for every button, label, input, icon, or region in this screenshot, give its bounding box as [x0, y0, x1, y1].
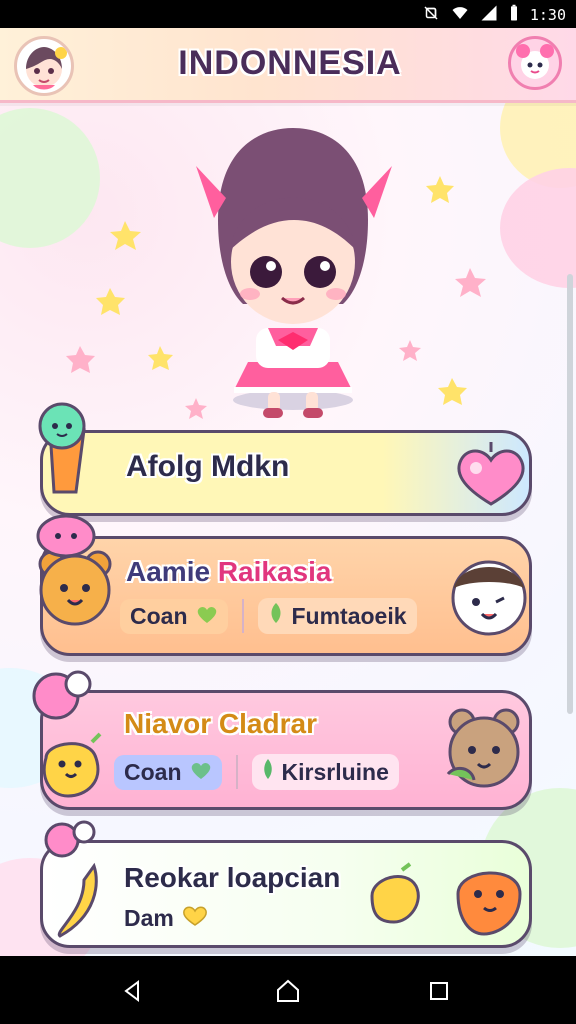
- recents-icon[interactable]: [422, 974, 456, 1008]
- heart-icon: [182, 904, 208, 932]
- chip-right-label: Fumtaoeik: [291, 602, 407, 629]
- card-title-part-b: Raikasia: [217, 556, 332, 587]
- lemon-icon: [362, 860, 426, 930]
- card-subrow: Coan Kirsrluine: [114, 754, 399, 790]
- menu-card-3[interactable]: Niavor Cladrar Coan Kirsrluine: [32, 670, 532, 816]
- carrot-buddy-icon: [30, 400, 102, 498]
- status-bar: 1:30: [0, 0, 576, 28]
- banana-icon: [48, 862, 108, 942]
- card-subrow: Coan Fumtaoeik: [120, 598, 417, 634]
- card-title: Reokar loapcian: [124, 862, 341, 893]
- heart-leaf-icon: [196, 603, 218, 630]
- orange-critter-icon: [444, 848, 534, 940]
- chip-left-label: Coan: [130, 602, 188, 629]
- card-chip-right[interactable]: Fumtaoeik: [257, 598, 417, 634]
- card-chip-left[interactable]: Dam: [124, 904, 208, 932]
- heart-leaf-icon: [190, 759, 212, 786]
- status-time: 1:30: [529, 6, 566, 24]
- system-navigation-bar: [0, 956, 576, 1024]
- card-chip-left[interactable]: Coan: [114, 754, 222, 790]
- menu-card-1[interactable]: Afolg Mdkn: [38, 402, 532, 522]
- kawaii-pet-icon[interactable]: [508, 36, 562, 90]
- bear-icon: [438, 700, 530, 800]
- scrollbar[interactable]: [567, 274, 573, 714]
- status-icons: 1:30: [422, 4, 566, 26]
- pink-blob-icon: [34, 508, 98, 558]
- card-title: Afolg Mdkn: [126, 450, 290, 483]
- menu-card-2[interactable]: Aamie Raikasia Coan Fumtaoeik: [36, 514, 534, 662]
- chibi-character: [158, 110, 408, 430]
- card-chip-right[interactable]: Kirsrluine: [251, 754, 399, 790]
- peach-blob-icon: [30, 668, 94, 722]
- chip-right-label: Kirsrluine: [281, 758, 389, 785]
- card-chip-left[interactable]: Coan: [120, 598, 228, 634]
- back-icon[interactable]: [116, 974, 150, 1008]
- card-title: Niavor Cladrar: [124, 708, 317, 739]
- chip-left-label: Dam: [124, 904, 174, 931]
- duck-buddy-icon: [32, 730, 110, 800]
- app-screen: INDONNESIA Afolg Mdkn Aamie Raikasia Coa…: [0, 28, 576, 956]
- page-title: INDONNESIA: [178, 44, 402, 82]
- chip-divider: [241, 599, 244, 633]
- home-icon[interactable]: [271, 974, 305, 1008]
- card-title: Aamie Raikasia: [126, 556, 331, 588]
- leaf-icon: [262, 758, 274, 786]
- girl-avatar-icon[interactable]: [14, 36, 74, 96]
- battery-icon: [508, 4, 520, 26]
- heart-wand-icon: [446, 428, 536, 518]
- nfc-off-icon: [422, 4, 440, 26]
- leaf-icon: [268, 602, 284, 630]
- chip-left-label: Coan: [124, 758, 182, 785]
- card-subrow: Dam: [124, 904, 208, 932]
- menu-card-4[interactable]: Reokar loapcian Dam: [40, 820, 534, 954]
- signal-icon: [480, 4, 498, 26]
- app-header: INDONNESIA: [0, 28, 576, 103]
- panda-icon: [444, 548, 534, 644]
- pink-fruit-icon: [40, 814, 100, 858]
- card-title-part-a: Aamie: [126, 556, 211, 587]
- chip-divider: [235, 755, 238, 789]
- wifi-icon: [450, 4, 470, 26]
